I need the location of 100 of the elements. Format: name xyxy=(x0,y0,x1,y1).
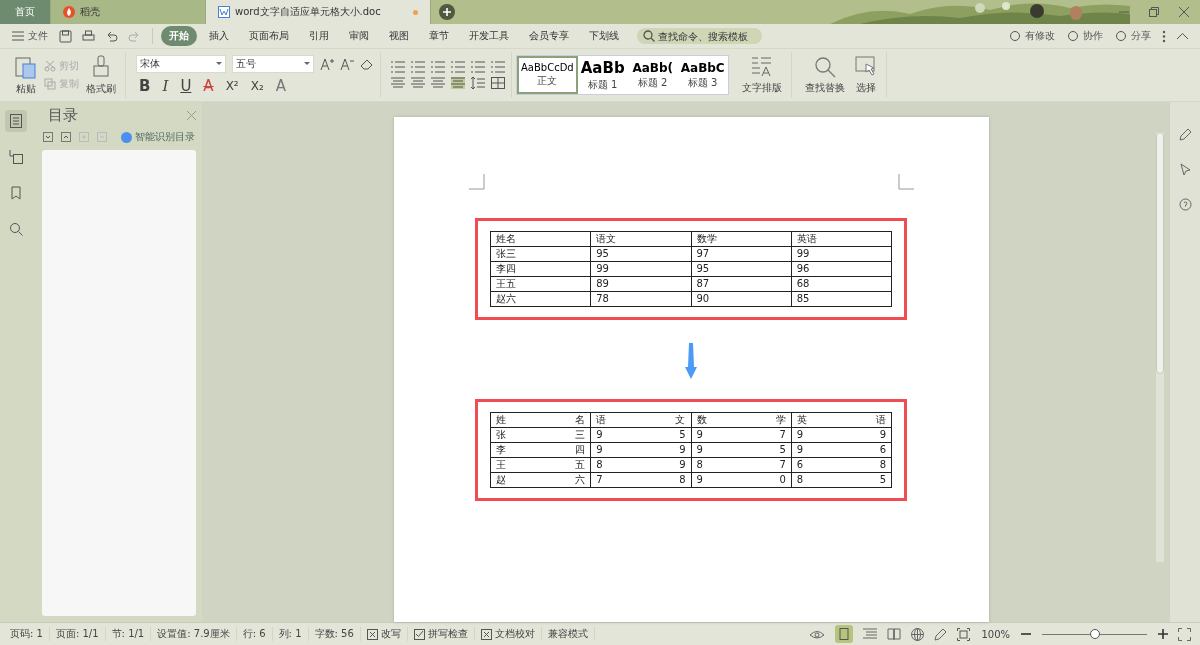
new-tab-button[interactable] xyxy=(439,4,455,20)
expand-icon[interactable] xyxy=(43,132,53,142)
table-cell: 英语 xyxy=(791,231,892,247)
margin-mark-icon xyxy=(897,174,914,190)
format-button[interactable]: A xyxy=(200,77,217,95)
zoom-in-icon[interactable] xyxy=(1158,629,1168,639)
restore-icon[interactable] xyxy=(1148,6,1160,18)
zoom-dropdown[interactable]: 100% xyxy=(975,628,1016,640)
ribbon-tab[interactable]: 开始 xyxy=(161,26,197,46)
toolbar-action-button[interactable]: 协作 xyxy=(1063,27,1107,45)
collapse-icon[interactable] xyxy=(61,132,71,142)
outline-icon[interactable] xyxy=(5,110,27,132)
document-tab[interactable]: word文字自适应单元格大小.doc xyxy=(206,0,431,24)
file-menu[interactable]: 文件 xyxy=(8,27,52,45)
format-button[interactable]: X² xyxy=(222,79,242,93)
pen-icon[interactable] xyxy=(1178,128,1192,141)
status-toggle[interactable]: 改写 xyxy=(360,627,408,641)
table-cell: 语 文 xyxy=(590,412,691,428)
ribbon-tab[interactable]: 引用 xyxy=(301,26,337,46)
ribbon-tab[interactable]: 下划线 xyxy=(581,26,627,46)
circle-icon xyxy=(1067,30,1079,42)
menu-icon xyxy=(12,31,24,41)
ribbon-tab[interactable]: 审阅 xyxy=(341,26,377,46)
font-name-dropdown[interactable]: 宋体 xyxy=(136,55,226,73)
format-button[interactable]: B xyxy=(136,77,154,95)
eye-icon[interactable] xyxy=(809,628,826,640)
status-text: 节: 1/1 xyxy=(105,627,152,641)
shrink-font-icon[interactable] xyxy=(340,57,354,71)
copy-icon xyxy=(44,78,56,90)
close-icon[interactable] xyxy=(1178,6,1190,18)
format-button[interactable]: U xyxy=(177,77,195,95)
undo-icon[interactable] xyxy=(105,29,118,43)
status-toggle[interactable]: 拼写检查 xyxy=(407,627,475,641)
fit-page-icon[interactable] xyxy=(957,627,971,641)
grow-font-icon[interactable] xyxy=(320,57,334,71)
format-button[interactable]: A xyxy=(272,77,289,95)
find-replace-button[interactable]: 查找替换 xyxy=(801,55,848,95)
ribbon-tab[interactable]: 页面布局 xyxy=(241,26,297,46)
globe-icon[interactable] xyxy=(911,627,925,641)
text-layout-icon xyxy=(750,55,773,78)
table-cell: 89 xyxy=(590,276,691,292)
toolbar-action-button[interactable]: 有修改 xyxy=(1005,27,1059,45)
dot-icon xyxy=(121,131,132,143)
ribbon-tab[interactable]: 开发工具 xyxy=(461,26,517,46)
panel-title: 目录 xyxy=(48,105,78,125)
format-button[interactable]: I xyxy=(159,77,172,95)
status-toggle[interactable]: 文档校对 xyxy=(474,627,542,641)
eraser-icon[interactable] xyxy=(360,57,374,71)
fullscreen-icon[interactable] xyxy=(1178,627,1191,641)
table-cell: 9 5 xyxy=(691,442,792,458)
circle-icon xyxy=(1115,30,1127,42)
scrollbar-thumb[interactable] xyxy=(1156,132,1164,374)
command-search-field[interactable]: 查找命令、搜索模板 xyxy=(637,28,762,44)
save-icon[interactable] xyxy=(59,29,72,43)
book-icon[interactable] xyxy=(887,628,902,640)
table-cell: 8 5 xyxy=(791,472,892,488)
smart-toc-button[interactable]: 智能识别目录 xyxy=(121,130,195,144)
paste-button[interactable]: 粘贴 xyxy=(12,54,40,96)
font-size-dropdown[interactable]: 五号 xyxy=(232,55,314,73)
status-text: 列: 1 xyxy=(272,627,309,641)
line-spacing-icon[interactable] xyxy=(471,77,485,89)
document-tab[interactable]: 首页 xyxy=(0,0,51,24)
format-button[interactable]: X₂ xyxy=(247,79,267,93)
status-text: 行: 6 xyxy=(236,627,273,641)
ribbon-tab[interactable]: 章节 xyxy=(421,26,457,46)
table-cell: 78 xyxy=(590,291,691,307)
table-cell: 姓 名 xyxy=(490,412,591,428)
toolbar-action-button[interactable]: 分享 xyxy=(1111,27,1155,45)
flame-icon xyxy=(63,6,75,18)
table-cell: 王 五 xyxy=(490,457,591,473)
ribbon-tab[interactable]: 插入 xyxy=(201,26,237,46)
table-cell: 王五 xyxy=(490,276,591,292)
scissors-icon xyxy=(44,60,56,72)
ribbon-tab[interactable]: 会员专享 xyxy=(521,26,577,46)
table-cell: 张三 xyxy=(490,246,591,262)
print-icon[interactable] xyxy=(82,29,95,43)
document-tab[interactable]: 稻壳 xyxy=(51,0,206,24)
borders-icon[interactable] xyxy=(491,77,505,89)
help-icon[interactable] xyxy=(1178,198,1192,211)
table-cell: 95 xyxy=(590,246,691,262)
search-icon xyxy=(643,30,655,42)
table-cell: 8 7 xyxy=(691,457,792,473)
table-cell: 李 四 xyxy=(490,442,591,458)
format-painter-button[interactable]: 格式刷 xyxy=(83,54,119,96)
zoom-slider-thumb[interactable] xyxy=(1089,628,1100,639)
table-cell: 张 三 xyxy=(490,427,591,443)
table-cell: 9 9 xyxy=(791,427,892,443)
select-button[interactable]: 选择 xyxy=(851,55,880,95)
more-icon[interactable] xyxy=(1162,29,1166,43)
ribbon-tab[interactable]: 视图 xyxy=(381,26,417,46)
pen-icon[interactable] xyxy=(934,627,948,641)
down-arrow-icon xyxy=(685,343,697,379)
table-cell: 96 xyxy=(791,261,892,277)
table-cell: 90 xyxy=(691,291,792,307)
cursor-icon[interactable] xyxy=(1178,163,1192,176)
text-layout-button[interactable]: 文字排版 xyxy=(738,55,785,95)
page-view-icon[interactable] xyxy=(835,625,854,643)
style-preset[interactable]: AaBbCcDd 正文 xyxy=(517,56,578,94)
table-cell: 9 9 xyxy=(590,442,691,458)
collapse-icon[interactable] xyxy=(1176,32,1189,40)
